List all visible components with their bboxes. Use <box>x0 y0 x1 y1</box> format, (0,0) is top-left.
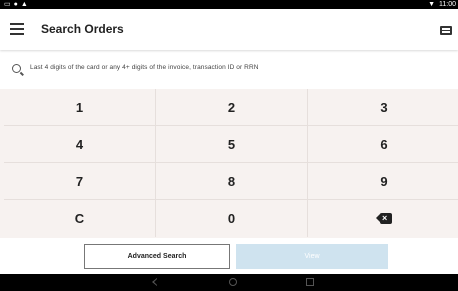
key-7[interactable]: 7 <box>4 163 156 200</box>
nav-back-icon[interactable] <box>152 278 157 286</box>
key-backspace[interactable]: × <box>308 200 458 237</box>
nav-home-icon[interactable] <box>229 278 237 286</box>
key-0[interactable]: 0 <box>156 200 308 237</box>
hamburger-menu-icon[interactable] <box>10 23 24 35</box>
key-5[interactable]: 5 <box>156 126 308 163</box>
nav-recent-apps-icon[interactable] <box>306 278 314 286</box>
keypad: 1 2 3 4 5 6 7 8 9 C 0 × <box>0 89 458 238</box>
sim-icon: ▭ <box>4 1 11 8</box>
action-bar: Advanced Search View <box>0 238 458 274</box>
key-2[interactable]: 2 <box>156 89 308 126</box>
status-bar: ▭ ● ▲ ▼ 11:00 <box>0 0 458 9</box>
key-6[interactable]: 6 <box>308 126 458 163</box>
alert-shield-icon: ● <box>13 1 18 8</box>
wifi-icon: ▼ <box>428 1 435 8</box>
key-8[interactable]: 8 <box>156 163 308 200</box>
key-1[interactable]: 1 <box>4 89 156 126</box>
page-title: Search Orders <box>41 22 124 36</box>
key-4[interactable]: 4 <box>4 126 156 163</box>
key-9[interactable]: 9 <box>308 163 458 200</box>
android-nav-bar <box>0 274 458 291</box>
search-input[interactable]: Last 4 digits of the card or any 4+ digi… <box>30 64 259 71</box>
backspace-icon: × <box>376 213 392 224</box>
warning-icon: ▲ <box>20 1 28 8</box>
status-time: 11:00 <box>439 1 456 8</box>
advanced-search-button[interactable]: Advanced Search <box>84 244 230 269</box>
key-3[interactable]: 3 <box>308 89 458 126</box>
app-bar: Search Orders <box>0 9 458 50</box>
status-bar-left: ▭ ● ▲ <box>4 0 28 9</box>
view-button[interactable]: View <box>236 244 388 269</box>
search-icon <box>12 64 21 73</box>
key-clear[interactable]: C <box>4 200 156 237</box>
status-bar-right: ▼ 11:00 <box>428 0 456 9</box>
search-bar[interactable]: Last 4 digits of the card or any 4+ digi… <box>0 58 458 84</box>
card-icon[interactable] <box>440 26 452 35</box>
